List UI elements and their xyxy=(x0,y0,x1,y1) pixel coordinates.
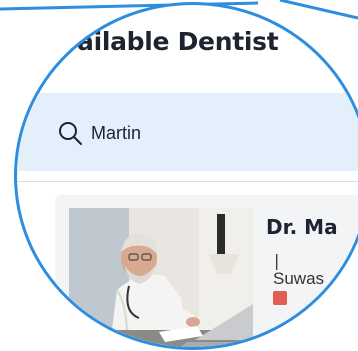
search-icon[interactable] xyxy=(57,120,83,146)
magnified-content: ailable Dentist Martin Dr. Ma | Suwas xyxy=(17,5,358,347)
dentist-photo xyxy=(69,208,253,347)
magnifier-lens: ailable Dentist Martin Dr. Ma | Suwas xyxy=(14,2,358,350)
dentist-name[interactable]: Dr. Ma xyxy=(266,215,338,239)
status-badge xyxy=(273,291,287,305)
dentist-location: Suwas xyxy=(273,269,325,288)
divider xyxy=(17,181,358,182)
page-title: ailable Dentist xyxy=(77,27,279,56)
search-input[interactable] xyxy=(91,117,351,149)
separator: | xyxy=(274,251,280,270)
